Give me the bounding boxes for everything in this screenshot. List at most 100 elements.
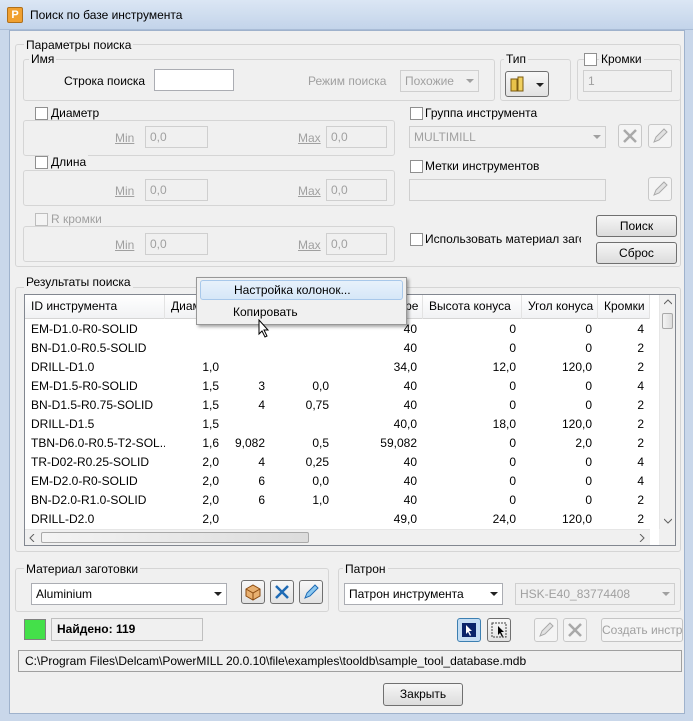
create-tool-button[interactable]: Создать инстр <box>601 618 683 642</box>
tool-type-button[interactable] <box>505 71 549 97</box>
tool-tags-input[interactable] <box>409 179 606 201</box>
table-cell: 59,082 <box>380 436 417 450</box>
table-cell: 2,0 <box>202 512 219 526</box>
length-checkbox[interactable] <box>35 156 48 169</box>
menu-item-copy[interactable]: Копировать <box>200 302 403 322</box>
column-header[interactable]: ID инструмента <box>25 295 165 319</box>
stock-material-select[interactable]: Aluminium <box>31 583 227 605</box>
table-cell <box>225 415 271 434</box>
search-button[interactable]: Поиск <box>596 215 677 237</box>
table-cell: 0 <box>509 493 516 507</box>
tool-group-select[interactable]: MULTIMILL <box>409 126 606 148</box>
cursor-icon <box>258 319 270 338</box>
table-cell: EM-D2.0-R0-SOLID <box>31 474 138 488</box>
table-cell: 2 <box>637 360 644 374</box>
r-edge-checkbox[interactable] <box>35 213 48 226</box>
table-row[interactable]: DRILL-D1.0 1,0 34,0 12,0 120,0 2 <box>25 358 650 377</box>
results-title: Результаты поиска <box>24 275 133 289</box>
scroll-right-icon[interactable] <box>639 534 645 542</box>
diameter-checkbox[interactable] <box>35 107 48 120</box>
chevron-down-icon <box>490 592 498 596</box>
search-mode-select[interactable]: Похожие <box>400 70 479 92</box>
table-row[interactable]: DRILL-D1.5 1,5 40,0 18,0 120,0 2 <box>25 415 650 434</box>
vertical-scroll-thumb[interactable] <box>662 313 673 329</box>
results-table[interactable]: ID инструментаДиаметрДлинаR кромкиВысота… <box>24 294 676 546</box>
chevron-down-icon <box>662 592 670 596</box>
close-button[interactable]: Закрыть <box>383 683 463 706</box>
length-min-input[interactable]: 0,0 <box>145 179 208 201</box>
column-header[interactable]: Кромки <box>598 295 650 319</box>
length-max-input[interactable]: 0,0 <box>326 179 387 201</box>
edges-checkbox[interactable] <box>584 53 597 66</box>
table-row[interactable]: TBN-D6.0-R0.5-T2-SOL... 1,6 9,082 0,5 59,082… <box>25 434 650 453</box>
table-cell: 1,6 <box>202 436 219 450</box>
column-header[interactable]: Угол конуса <box>522 295 598 319</box>
name-group-title: Имя <box>29 52 57 66</box>
clear-tool-group-button[interactable] <box>618 124 642 148</box>
diameter-max-input[interactable]: 0,0 <box>326 126 387 148</box>
tool-group-checkbox[interactable] <box>410 107 423 120</box>
table-row[interactable]: BN-D2.0-R1.0-SOLID 2,0 6 1,0 40 0 0 2 <box>25 491 650 510</box>
reset-button[interactable]: Сброс <box>596 242 677 264</box>
table-cell: BN-D1.5-R0.75-SOLID <box>31 398 154 412</box>
search-mode-value: Похожие <box>405 74 454 88</box>
table-cell <box>225 339 271 358</box>
table-cell: 4 <box>637 379 644 393</box>
table-cell: 0 <box>509 341 516 355</box>
chevron-down-icon <box>466 79 474 83</box>
scroll-down-icon[interactable] <box>664 518 672 524</box>
window-title: Поиск по базе инструмента <box>30 8 183 22</box>
delete-tool-button[interactable] <box>563 618 587 642</box>
edit-tool-button[interactable] <box>534 618 558 642</box>
search-string-input[interactable] <box>154 69 234 91</box>
r-edge-max-input[interactable]: 0,0 <box>326 233 387 255</box>
select-tool-button[interactable] <box>457 618 481 642</box>
table-cell: 6 <box>258 493 265 507</box>
table-row[interactable]: DRILL-D2.0 2,0 49,0 24,0 120,0 2 <box>25 510 650 529</box>
edges-input[interactable]: 1 <box>583 70 672 92</box>
table-row[interactable]: EM-D2.0-R0-SOLID 2,0 6 0,0 40 0 0 4 <box>25 472 650 491</box>
table-cell: 9,082 <box>234 436 265 450</box>
edit-tool-group-button[interactable] <box>648 124 672 148</box>
tool-group-value: MULTIMILL <box>414 130 476 144</box>
stock-material-edit-button[interactable] <box>299 580 323 604</box>
stock-material-box-button[interactable] <box>241 580 265 604</box>
table-cell <box>271 415 335 434</box>
scroll-up-icon[interactable] <box>664 299 672 305</box>
table-row[interactable]: EM-D1.5-R0-SOLID 1,5 3 0,0 40 0 0 4 <box>25 377 650 396</box>
diameter-min-input[interactable]: 0,0 <box>145 126 208 148</box>
table-row[interactable]: TR-D02-R0.25-SOLID 2,0 4 0,25 40 0 0 4 <box>25 453 650 472</box>
edit-tool-tags-button[interactable] <box>648 177 672 201</box>
table-cell: 1,5 <box>202 398 219 412</box>
use-stock-checkbox[interactable] <box>410 233 423 246</box>
table-cell: TR-D02-R0.25-SOLID <box>31 455 150 469</box>
search-mode-label: Режим поиска <box>308 74 387 88</box>
table-cell <box>225 510 271 529</box>
horizontal-scrollbar[interactable] <box>25 529 650 545</box>
holder-type-select[interactable]: Патрон инструмента <box>344 583 503 605</box>
table-cell: 40 <box>403 398 417 412</box>
r-edge-min-input[interactable]: 0,0 <box>145 233 208 255</box>
scroll-left-icon[interactable] <box>29 534 35 542</box>
stock-material-clear-button[interactable] <box>270 580 294 604</box>
table-cell: 120,0 <box>561 360 592 374</box>
table-cell: 0 <box>585 341 592 355</box>
tool-tags-checkbox[interactable] <box>410 160 423 173</box>
table-cell: BN-D1.0-R0.5-SOLID <box>31 341 147 355</box>
column-header[interactable]: Высота конуса <box>423 295 522 319</box>
table-cell: 0 <box>509 474 516 488</box>
stock-material-title: Материал заготовки <box>24 562 141 576</box>
vertical-scrollbar[interactable] <box>659 295 675 530</box>
grid-cursor-icon <box>491 622 507 638</box>
scissors-icon <box>568 623 582 637</box>
table-row[interactable]: BN-D1.5-R0.75-SOLID 1,5 4 0,75 40 0 0 2 <box>25 396 650 415</box>
scroll-corner <box>659 529 675 545</box>
chevron-down-icon <box>593 135 601 139</box>
select-multiple-button[interactable] <box>487 618 511 642</box>
table-cell: 2 <box>637 512 644 526</box>
holder-select[interactable]: HSK-E40_83774408 <box>515 583 675 605</box>
horizontal-scroll-thumb[interactable] <box>41 532 309 543</box>
table-row[interactable]: BN-D1.0-R0.5-SOLID 40 0 0 2 <box>25 339 650 358</box>
menu-item-configure-columns[interactable]: Настройка колонок... <box>200 280 403 300</box>
scissors-icon <box>623 129 637 143</box>
